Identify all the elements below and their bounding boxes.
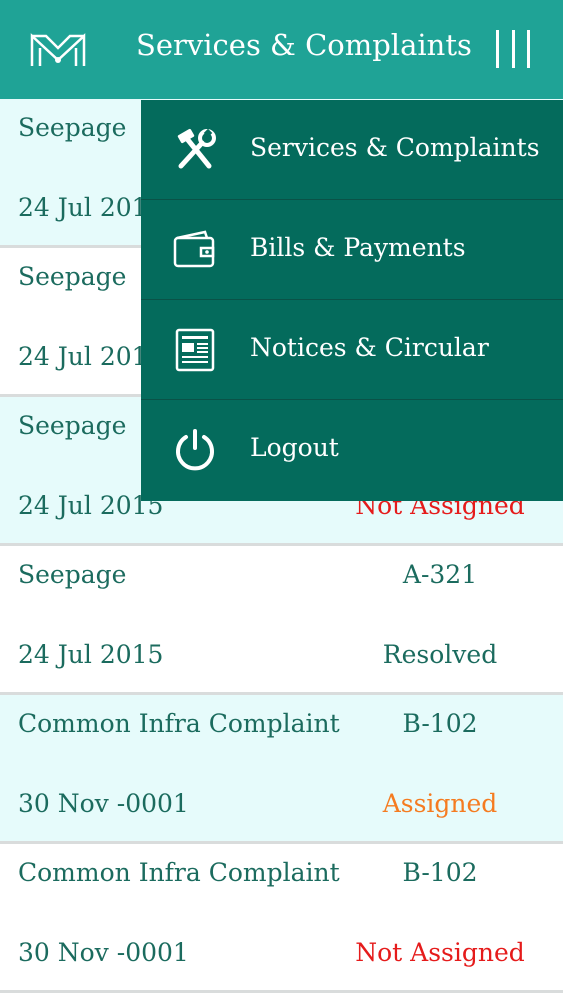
page-title: Services & Complaints xyxy=(136,28,472,62)
dropdown-menu: Services & Complaints Bills & Payments N… xyxy=(141,100,563,501)
complaint-category: Common Infra Complaint xyxy=(18,709,340,738)
complaint-status: Resolved xyxy=(382,640,498,669)
complaint-category: Seepage xyxy=(18,113,127,142)
power-icon xyxy=(176,429,214,471)
menu-item-bills-payments[interactable]: Bills & Payments xyxy=(141,200,563,300)
complaint-unit: A-321 xyxy=(402,560,478,589)
complaint-category: Seepage xyxy=(18,411,127,440)
list-item[interactable]: Common Infra Complaint 30 Nov -0001 B-10… xyxy=(0,695,563,844)
complaint-date: 30 Nov -0001 xyxy=(18,789,189,818)
complaint-unit: B-102 xyxy=(402,858,478,887)
menu-item-logout[interactable]: Logout xyxy=(141,400,563,501)
complaint-category: Seepage xyxy=(18,560,127,589)
m-logo-icon[interactable] xyxy=(28,30,88,70)
menu-item-label: Services & Complaints xyxy=(250,133,540,162)
menu-item-label: Bills & Payments xyxy=(250,233,466,262)
complaint-unit: B-102 xyxy=(402,709,478,738)
complaint-category: Common Infra Complaint xyxy=(18,858,340,887)
menu-item-label: Notices & Circular xyxy=(250,333,489,362)
wallet-icon xyxy=(173,230,215,268)
newspaper-icon xyxy=(175,328,215,372)
menu-item-label: Logout xyxy=(250,433,339,462)
menu-item-notices-circular[interactable]: Notices & Circular xyxy=(141,300,563,400)
list-item[interactable]: Seepage 24 Jul 2015 A-321 Resolved xyxy=(0,546,563,695)
complaint-status: Assigned xyxy=(382,789,498,818)
app-header: Services & Complaints xyxy=(0,0,563,99)
complaint-date: 24 Jul 2015 xyxy=(18,640,164,669)
tools-icon xyxy=(177,128,216,169)
vertical-bars-menu-icon xyxy=(496,30,499,68)
complaint-category: Seepage xyxy=(18,262,127,291)
complaint-status: Not Assigned xyxy=(355,938,525,967)
list-item[interactable]: Common Infra Complaint 30 Nov -0001 B-10… xyxy=(0,844,563,993)
menu-button[interactable] xyxy=(496,30,530,68)
complaint-date: 30 Nov -0001 xyxy=(18,938,189,967)
menu-item-services-complaints[interactable]: Services & Complaints xyxy=(141,100,563,200)
